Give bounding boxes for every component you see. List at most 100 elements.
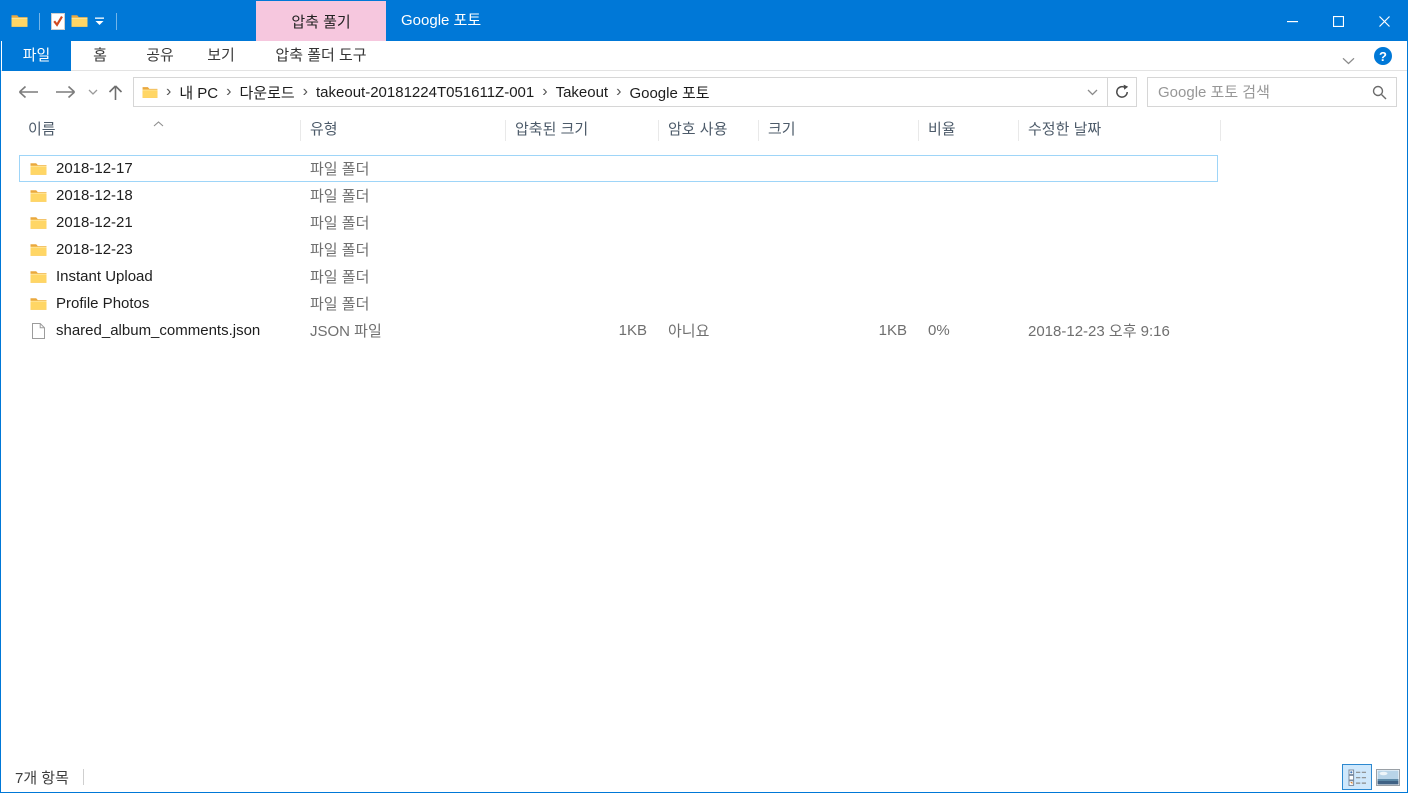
file-name-cell: 2018-12-23: [20, 241, 301, 258]
large-icons-view-button[interactable]: [1374, 765, 1401, 789]
file-icon: [29, 323, 47, 339]
address-bar[interactable]: › 내 PC › 다운로드 › takeout-20181224T051611Z-001 ›…: [133, 77, 1137, 107]
quick-access-toolbar: [8, 1, 125, 41]
navigation-toolbar: › 내 PC › 다운로드 › takeout-20181224T051611Z-001 ›…: [1, 71, 1407, 113]
back-button[interactable]: [15, 71, 41, 113]
help-button[interactable]: ?: [1374, 47, 1392, 65]
ribbon-tab-home[interactable]: 홈: [71, 41, 129, 71]
breadcrumb-separator-icon[interactable]: ›: [616, 83, 621, 101]
file-list: 2018-12-17파일 폴더2018-12-18파일 폴더2018-12-21…: [1, 147, 1407, 344]
folder-icon: [29, 297, 47, 311]
file-name-label: 2018-12-17: [56, 160, 133, 177]
breadcrumb-separator-icon[interactable]: ›: [166, 83, 171, 101]
date-modified-cell: 2018-12-23 오후 9:16: [1019, 320, 1221, 341]
address-dropdown-chevron-icon[interactable]: [1078, 89, 1107, 96]
table-row[interactable]: 2018-12-21 파일 폴더: [19, 209, 1218, 236]
file-name-label: shared_album_comments.json: [56, 322, 260, 339]
column-header-ratio[interactable]: 비율: [919, 113, 1019, 147]
qat-divider: [39, 13, 40, 30]
table-row[interactable]: 2018-12-18 파일 폴더: [19, 182, 1218, 209]
file-name-label: 2018-12-23: [56, 241, 133, 258]
search-input[interactable]: [1148, 84, 1372, 101]
table-row[interactable]: 2018-12-23 파일 폴더: [19, 236, 1218, 263]
file-type-cell: JSON 파일: [301, 320, 506, 341]
file-name-cell: 2018-12-18: [20, 187, 301, 204]
table-row[interactable]: Profile Photos 파일 폴더: [19, 290, 1218, 317]
customize-qat-chevron-icon[interactable]: [91, 1, 108, 41]
window-title: Google 포토: [401, 1, 481, 41]
ribbon-tab-share[interactable]: 공유: [129, 41, 191, 71]
file-name-cell: Profile Photos: [20, 295, 301, 312]
breadcrumb: › 내 PC › 다운로드 › takeout-20181224T051611Z-001 ›…: [158, 82, 710, 103]
column-header-modified[interactable]: 수정한 날짜: [1019, 113, 1221, 147]
file-name-cell: 2018-12-17: [20, 160, 301, 177]
new-folder-button[interactable]: [68, 1, 91, 41]
expand-ribbon-chevron-icon[interactable]: [1342, 52, 1355, 70]
column-header-password[interactable]: 암호 사용: [659, 113, 759, 147]
file-type-cell: 파일 폴더: [301, 239, 506, 260]
table-row[interactable]: 2018-12-17 파일 폴더: [19, 155, 1218, 182]
file-name-cell: 2018-12-21: [20, 214, 301, 231]
ribbon-tab-view[interactable]: 보기: [191, 41, 251, 71]
window-controls: [1269, 1, 1407, 41]
qat-divider: [116, 13, 117, 30]
maximize-button[interactable]: [1315, 1, 1361, 41]
column-header-row: 이름유형압축된 크기암호 사용크기비율수정한 날짜: [19, 113, 1221, 147]
breadcrumb-segment[interactable]: 다운로드: [239, 82, 294, 103]
explorer-window: 압축 풀기 Google 포토 파일홈공유보기 압축 폴더 도구 ?: [0, 0, 1408, 793]
breadcrumb-segment[interactable]: Takeout: [556, 84, 609, 101]
ratio-cell: 0%: [919, 322, 1019, 339]
extract-context-tab[interactable]: 압축 풀기: [256, 1, 386, 41]
file-name-label: Instant Upload: [56, 268, 153, 285]
breadcrumb-separator-icon[interactable]: ›: [303, 83, 308, 101]
app-folder-icon: [8, 1, 31, 41]
ribbon-tab-bar: 파일홈공유보기 압축 폴더 도구 ?: [1, 41, 1407, 71]
refresh-button[interactable]: [1108, 78, 1136, 106]
file-name-cell: Instant Upload: [20, 268, 301, 285]
folder-icon: [29, 270, 47, 284]
status-divider: [83, 769, 84, 785]
table-row[interactable]: Instant Upload 파일 폴더: [19, 263, 1218, 290]
status-bar: 7개 항목: [1, 762, 1407, 792]
breadcrumb-separator-icon[interactable]: ›: [226, 83, 231, 101]
view-toggle-group: [1342, 764, 1401, 790]
details-view-button[interactable]: [1342, 764, 1372, 790]
up-button[interactable]: [103, 71, 127, 113]
folder-icon: [29, 243, 47, 257]
close-button[interactable]: [1361, 1, 1407, 41]
folder-icon: [29, 216, 47, 230]
folder-icon: [29, 189, 47, 203]
file-type-cell: 파일 폴더: [301, 212, 506, 233]
size-cell: 1KB: [759, 322, 919, 339]
file-name-cell: shared_album_comments.json: [20, 322, 301, 339]
file-type-cell: 파일 폴더: [301, 185, 506, 206]
column-header-compressed[interactable]: 압축된 크기: [506, 113, 659, 147]
compressed-size-cell: 1KB: [506, 322, 659, 339]
file-type-cell: 파일 폴더: [301, 293, 506, 314]
column-header-type[interactable]: 유형: [301, 113, 506, 147]
table-row[interactable]: shared_album_comments.jsonJSON 파일1KB아니요1…: [19, 317, 1218, 344]
breadcrumb-segment[interactable]: 내 PC: [179, 82, 218, 103]
file-type-cell: 파일 폴더: [301, 266, 506, 287]
forward-button[interactable]: [53, 71, 79, 113]
file-name-label: 2018-12-21: [56, 214, 133, 231]
tab-compressed-folder-tools[interactable]: 압축 폴더 도구: [256, 41, 386, 71]
password-cell: 아니요: [659, 320, 759, 341]
properties-button[interactable]: [48, 1, 68, 41]
breadcrumb-segment[interactable]: Google 포토: [629, 82, 709, 103]
search-icon[interactable]: [1372, 85, 1387, 100]
column-header-name[interactable]: 이름: [19, 113, 301, 147]
address-folder-icon: [142, 86, 158, 99]
breadcrumb-separator-icon[interactable]: ›: [542, 83, 547, 101]
file-type-cell: 파일 폴더: [301, 158, 506, 179]
breadcrumb-segment[interactable]: takeout-20181224T051611Z-001: [316, 84, 534, 101]
column-header-size[interactable]: 크기: [759, 113, 919, 147]
search-box: [1147, 77, 1397, 107]
recent-locations-chevron-icon[interactable]: [85, 71, 101, 113]
ribbon-tab-file[interactable]: 파일: [2, 41, 71, 71]
folder-icon: [29, 162, 47, 176]
file-list-area: 이름유형압축된 크기암호 사용크기비율수정한 날짜 2018-12-17 파일 폴…: [1, 113, 1407, 344]
minimize-button[interactable]: [1269, 1, 1315, 41]
file-name-label: Profile Photos: [56, 295, 149, 312]
file-name-label: 2018-12-18: [56, 187, 133, 204]
